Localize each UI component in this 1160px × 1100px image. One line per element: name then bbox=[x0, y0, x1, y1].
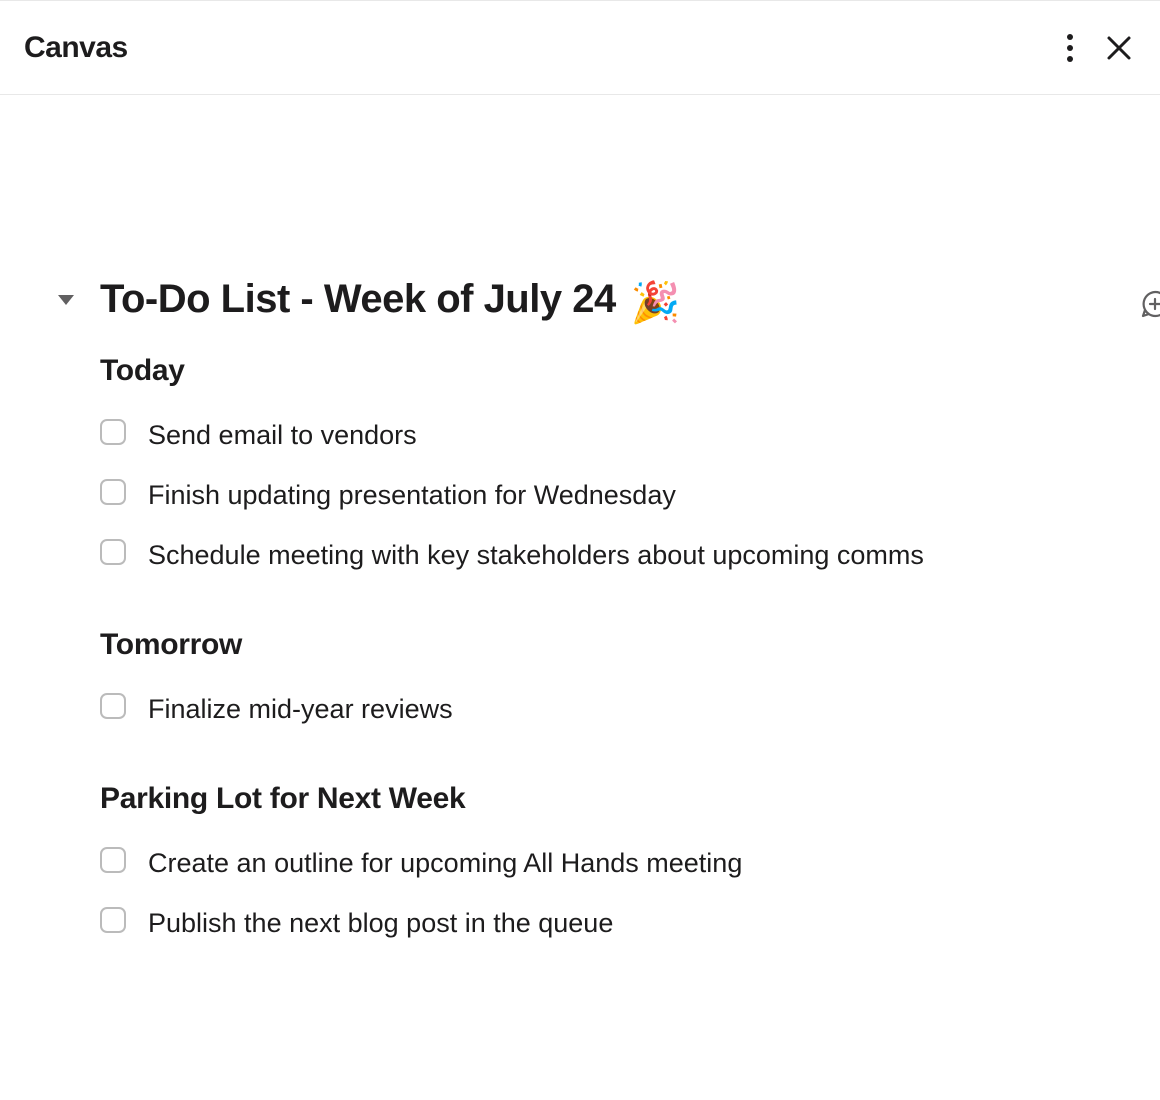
checklist-item-text: Send email to vendors bbox=[148, 416, 417, 456]
section-heading-today[interactable]: Today bbox=[100, 354, 1060, 388]
list-item[interactable]: Create an outline for upcoming All Hands… bbox=[100, 834, 1060, 894]
checklist-item-text: Finalize mid-year reviews bbox=[148, 690, 453, 730]
section-heading-parking-lot[interactable]: Parking Lot for Next Week bbox=[100, 782, 1060, 816]
list-item[interactable]: Publish the next blog post in the queue bbox=[100, 894, 1060, 954]
checklist-item-text: Schedule meeting with key stakeholders a… bbox=[148, 536, 924, 576]
header-actions bbox=[1062, 29, 1136, 67]
list-item[interactable]: Finalize mid-year reviews bbox=[100, 680, 1060, 740]
checkbox[interactable] bbox=[100, 479, 126, 505]
document-title-text: To-Do List - Week of July 24 bbox=[100, 275, 616, 323]
section-heading-tomorrow[interactable]: Tomorrow bbox=[100, 628, 1060, 662]
checklist-parking-lot: Create an outline for upcoming All Hands… bbox=[100, 834, 1060, 954]
canvas-header: Canvas bbox=[0, 0, 1160, 95]
checklist-tomorrow: Finalize mid-year reviews bbox=[100, 680, 1060, 740]
canvas-body: To-Do List - Week of July 24 🎉 Today Sen… bbox=[0, 95, 1160, 994]
more-options-button[interactable] bbox=[1062, 29, 1078, 67]
list-item[interactable]: Send email to vendors bbox=[100, 406, 1060, 466]
checklist-item-text: Create an outline for upcoming All Hands… bbox=[148, 844, 742, 884]
checkbox[interactable] bbox=[100, 907, 126, 933]
comment-plus-icon bbox=[1140, 289, 1160, 319]
checklist-item-text: Publish the next blog post in the queue bbox=[148, 904, 613, 944]
add-comment-button[interactable] bbox=[1140, 289, 1160, 319]
checkbox[interactable] bbox=[100, 539, 126, 565]
close-icon bbox=[1106, 35, 1132, 61]
document-title[interactable]: To-Do List - Week of July 24 🎉 bbox=[100, 275, 680, 326]
checklist-today: Send email to vendors Finish updating pr… bbox=[100, 406, 1060, 586]
party-popper-icon: 🎉 bbox=[631, 281, 681, 325]
checkbox[interactable] bbox=[100, 693, 126, 719]
canvas-title: Canvas bbox=[24, 31, 128, 65]
close-button[interactable] bbox=[1102, 31, 1136, 65]
checkbox[interactable] bbox=[100, 419, 126, 445]
collapse-toggle[interactable] bbox=[58, 293, 74, 305]
caret-down-icon bbox=[58, 293, 74, 305]
checkbox[interactable] bbox=[100, 847, 126, 873]
list-item[interactable]: Finish updating presentation for Wednesd… bbox=[100, 466, 1060, 526]
checklist-item-text: Finish updating presentation for Wednesd… bbox=[148, 476, 676, 516]
document-title-row: To-Do List - Week of July 24 🎉 bbox=[100, 275, 1060, 326]
list-item[interactable]: Schedule meeting with key stakeholders a… bbox=[100, 526, 1060, 586]
kebab-icon bbox=[1066, 33, 1074, 63]
